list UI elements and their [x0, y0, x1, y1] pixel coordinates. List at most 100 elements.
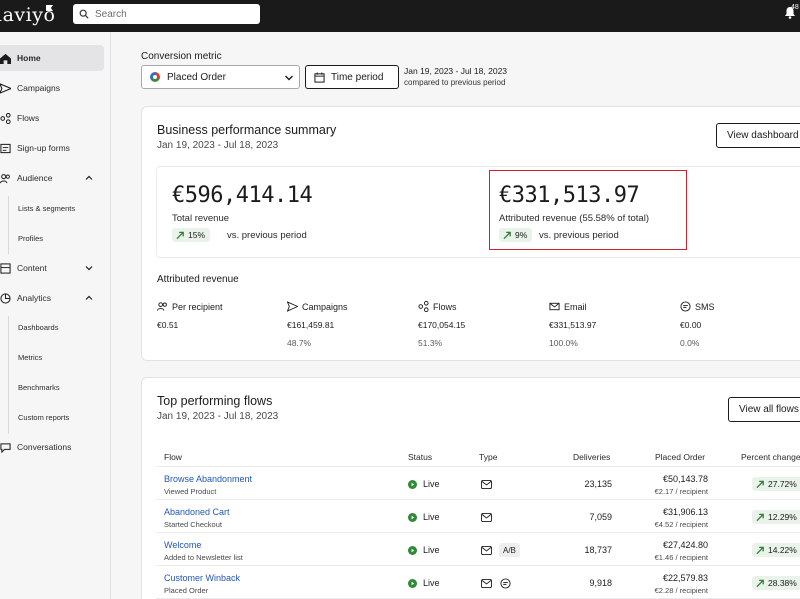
flow-trigger: Viewed Product [164, 487, 217, 496]
email-icon [481, 546, 492, 555]
trend-up-icon [176, 231, 184, 239]
email-icon [481, 513, 492, 522]
flow-name-link[interactable]: Browse Abandonment [164, 474, 252, 484]
sidebar-item-lists-segments[interactable]: Lists & segments [18, 204, 75, 213]
change-badge: 14.22% [752, 543, 800, 557]
col-header-status[interactable]: Status [408, 452, 432, 462]
sidebar: Home Campaigns Flows Sign-up forms Audie… [0, 32, 111, 599]
audience-subnav-rail [8, 196, 9, 254]
conversion-metric-label: Conversion metric [141, 51, 222, 62]
change-badge: 27.72% [752, 477, 800, 491]
flow-trigger: Started Checkout [164, 520, 222, 529]
top-flows-card: Top performing flows Jan 19, 2023 - Jul … [141, 377, 800, 599]
view-all-flows-button[interactable]: View all flows [728, 397, 800, 422]
change-badge: 12.29% [752, 510, 800, 524]
trend-up-icon [756, 546, 764, 554]
flow-icon [0, 112, 12, 124]
ab-test-badge: A/B [499, 543, 520, 557]
breakdown-flows: Flows €170,054.15 51.3% [418, 301, 466, 348]
breakdown-campaigns: Campaigns €161,459.81 48.7% [287, 301, 348, 348]
per-recipient-value: €4.52 / recipient [654, 520, 708, 529]
per-recipient-value: €2.28 / recipient [654, 586, 708, 595]
conversion-metric-select[interactable]: Placed Order [141, 65, 300, 89]
business-performance-card: Business performance summary Jan 19, 202… [141, 106, 800, 361]
comparison-label: compared to previous period [404, 78, 506, 87]
live-play-icon [408, 578, 417, 588]
placed-order-value: €27,424.80 [662, 540, 708, 550]
search-box[interactable] [73, 4, 260, 24]
per-recipient-value: €2.17 / recipient [654, 487, 708, 496]
total-revenue-value: €596,414.14 [172, 183, 313, 208]
flow-name-link[interactable]: Abandoned Cart [164, 507, 230, 517]
card-date-range: Jan 19, 2023 - Jul 18, 2023 [157, 411, 279, 422]
col-header-flow[interactable]: Flow [164, 452, 182, 462]
sidebar-item-custom-reports[interactable]: Custom reports [18, 413, 69, 422]
deliveries-value: 7,059 [589, 512, 612, 522]
sidebar-item-flows[interactable]: Flows [0, 105, 104, 131]
email-icon [481, 480, 492, 489]
sidebar-item-metrics[interactable]: Metrics [18, 353, 42, 362]
flow-trigger: Added to Newsletter list [164, 553, 243, 562]
sidebar-item-audience[interactable]: Audience [0, 165, 104, 191]
sidebar-item-profiles[interactable]: Profiles [18, 234, 43, 243]
breakdown-per-recipient: Per recipient €0.51 [157, 301, 223, 331]
col-header-percent-change[interactable]: Percent change [741, 452, 800, 462]
sidebar-item-home[interactable]: Home [0, 45, 104, 71]
placed-order-value: €50,143.78 [662, 474, 708, 484]
analytics-subnav-rail [8, 316, 9, 434]
deliveries-value: 23,135 [584, 479, 612, 489]
flow-icon [418, 301, 429, 312]
search-input[interactable] [95, 8, 255, 20]
comparison-text: vs. previous period [227, 230, 307, 241]
sidebar-item-analytics[interactable]: Analytics [0, 285, 104, 311]
sidebar-item-content[interactable]: Content [0, 255, 104, 281]
chevron-down-icon[interactable] [84, 263, 94, 273]
main-content: Conversion metric Placed Order Time peri… [111, 32, 800, 599]
metric-source-icon [150, 72, 160, 82]
flow-name-link[interactable]: Welcome [164, 540, 201, 550]
live-play-icon [408, 512, 417, 522]
sidebar-item-dashboards[interactable]: Dashboards [18, 323, 58, 332]
col-header-placed-order[interactable]: Placed Order [655, 452, 705, 462]
sidebar-item-conversations[interactable]: Conversations [0, 434, 104, 460]
time-period-button[interactable]: Time period [305, 65, 399, 89]
card-date-range: Jan 19, 2023 - Jul 18, 2023 [157, 140, 279, 151]
sidebar-item-benchmarks[interactable]: Benchmarks [18, 383, 60, 392]
sms-icon [500, 578, 511, 589]
view-dashboard-button[interactable]: View dashboard [716, 123, 800, 148]
row-divider [156, 466, 800, 467]
row-divider [156, 499, 800, 500]
col-header-type[interactable]: Type [479, 452, 497, 462]
sms-icon [680, 301, 691, 312]
card-title: Top performing flows [157, 394, 273, 408]
chevron-up-icon[interactable] [84, 173, 94, 183]
deliveries-value: 18,737 [584, 545, 612, 555]
people-icon [157, 302, 167, 311]
content-icon [0, 262, 12, 274]
top-bar: laviyo 48 [0, 0, 800, 32]
calendar-icon [314, 71, 325, 83]
conversations-icon [0, 441, 12, 453]
sidebar-item-signup-forms[interactable]: Sign-up forms [0, 135, 104, 161]
analytics-icon [0, 292, 12, 304]
breakdown-email: Email €331,513.97 100.0% [549, 301, 597, 349]
placed-order-value: €22,579.83 [662, 573, 708, 583]
live-play-icon [408, 479, 417, 489]
flow-trigger: Placed Order [164, 586, 209, 595]
row-divider [156, 532, 800, 533]
send-icon [0, 82, 12, 94]
send-icon [287, 301, 298, 312]
change-badge: 28.38% [752, 576, 800, 590]
email-icon [481, 579, 492, 588]
card-title: Business performance summary [157, 123, 337, 137]
chevron-up-icon[interactable] [84, 293, 94, 303]
status-live: Live [408, 578, 440, 588]
sidebar-item-campaigns[interactable]: Campaigns [0, 75, 104, 101]
chevron-down-icon [285, 75, 293, 81]
form-icon [0, 142, 12, 154]
row-divider [156, 565, 800, 566]
status-live: Live [408, 512, 440, 522]
col-header-deliveries[interactable]: Deliveries [573, 452, 610, 462]
flow-name-link[interactable]: Customer Winback [164, 573, 240, 583]
per-recipient-value: €1.46 / recipient [654, 553, 708, 562]
